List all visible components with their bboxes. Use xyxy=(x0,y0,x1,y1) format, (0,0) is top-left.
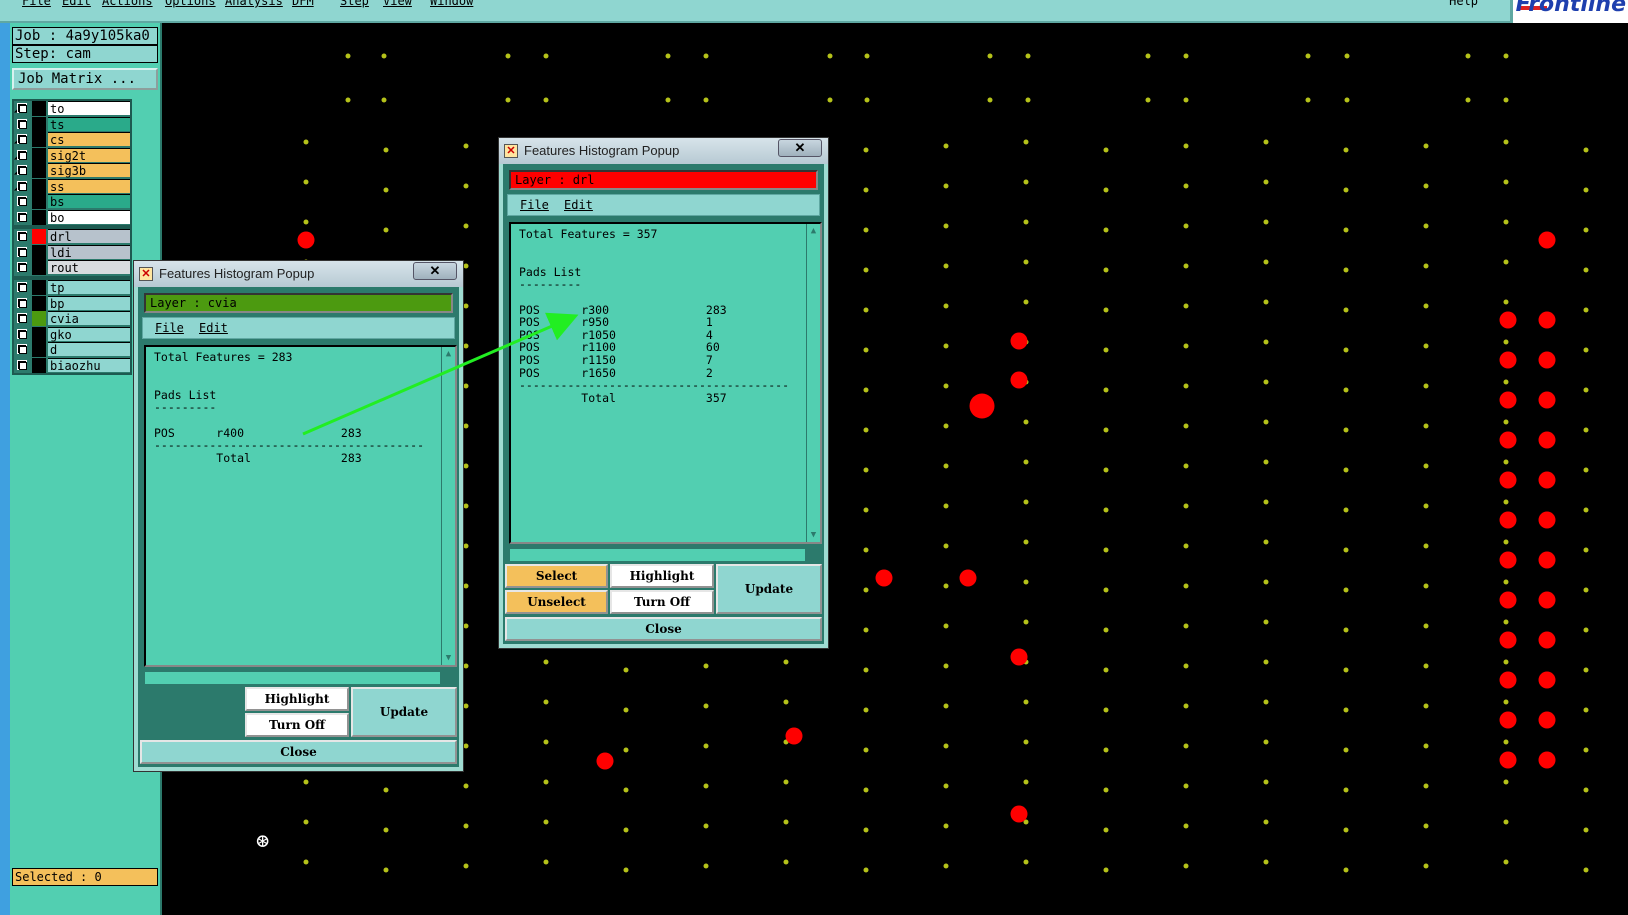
annotation-arrow xyxy=(302,312,579,436)
arrow-line xyxy=(302,312,579,436)
